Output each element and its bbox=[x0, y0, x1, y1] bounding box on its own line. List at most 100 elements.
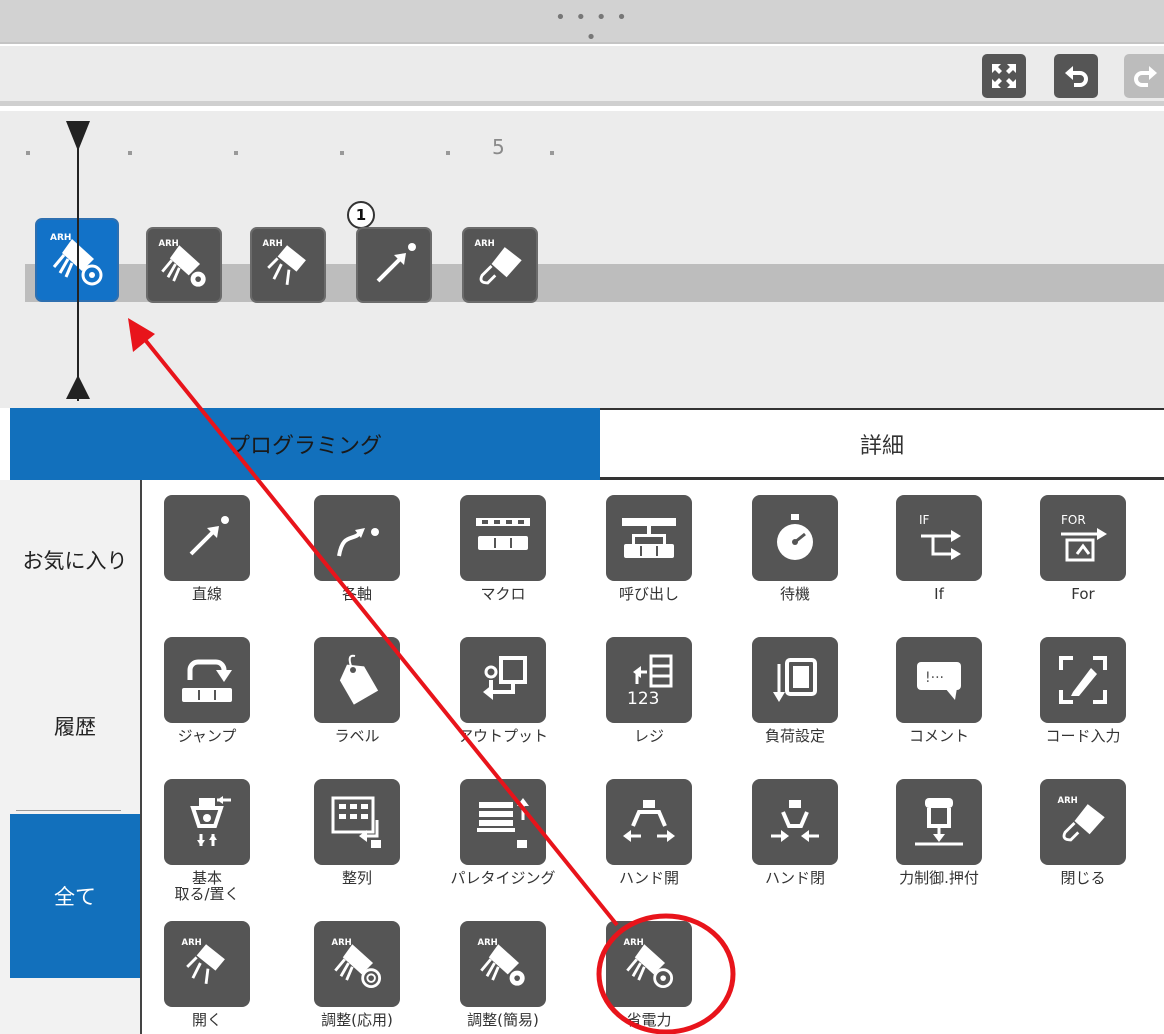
svg-text:FOR: FOR bbox=[1061, 513, 1086, 527]
command-arh-close[interactable]: ARH 閉じる bbox=[1018, 779, 1148, 886]
arh-open-icon: ARH bbox=[182, 937, 225, 984]
command-arh-adjust-simple[interactable]: ARH 調整(簡易) bbox=[438, 921, 568, 1028]
arh-open-icon: ARH bbox=[263, 238, 306, 285]
ruler-tick bbox=[550, 151, 554, 155]
code-input-icon bbox=[1059, 656, 1107, 704]
step-count-badge: 1 bbox=[347, 201, 375, 229]
command-label: If bbox=[934, 585, 944, 603]
force-press-icon bbox=[915, 798, 963, 846]
svg-text:ARH: ARH bbox=[50, 233, 71, 243]
svg-text:!···: !··· bbox=[925, 670, 944, 686]
timeline-block-open[interactable]: ARH bbox=[250, 227, 326, 303]
command-output[interactable]: アウトプット bbox=[438, 637, 568, 744]
playhead-top-handle[interactable] bbox=[66, 121, 90, 151]
command-if[interactable]: IF If bbox=[874, 495, 1004, 602]
command-label: コード入力 bbox=[1045, 727, 1121, 745]
stopwatch-icon bbox=[777, 514, 813, 560]
sidebar-item-history[interactable]: 履歴 bbox=[10, 686, 140, 766]
command-code-input[interactable]: コード入力 bbox=[1018, 637, 1148, 744]
command-label: アウトプット bbox=[457, 727, 548, 745]
command-label: 基本 取る/置く bbox=[174, 869, 240, 903]
svg-text:ARH: ARH bbox=[263, 238, 283, 248]
register-icon: 123 bbox=[627, 654, 673, 709]
command-label: 整列 bbox=[341, 869, 372, 887]
command-wait[interactable]: 待機 bbox=[730, 495, 860, 602]
command-hand-open[interactable]: ハンド開 bbox=[584, 779, 714, 886]
command-label: 直線 bbox=[191, 585, 222, 603]
timeline-block-close[interactable]: ARH bbox=[462, 227, 538, 303]
command-label: ハンド閉 bbox=[764, 869, 825, 887]
svg-text:ARH: ARH bbox=[332, 937, 352, 947]
program-timeline[interactable]: 5 ARH ARH ARH 1 ARH bbox=[0, 111, 1164, 408]
tab-programming[interactable]: プログラミング bbox=[10, 408, 600, 480]
payload-icon bbox=[773, 658, 817, 702]
svg-text:ARH: ARH bbox=[478, 937, 498, 947]
sidebar-divider bbox=[16, 810, 121, 811]
command-label: ラベル bbox=[334, 727, 380, 745]
arh-close-icon: ARH bbox=[475, 238, 522, 285]
command-force-press[interactable]: 力制御.押付 bbox=[874, 779, 1004, 886]
command-label: 力制御.押付 bbox=[899, 869, 979, 887]
command-palletizing[interactable]: パレタイジング bbox=[438, 779, 568, 886]
command-palette: 直線 各軸 マクロ 呼び出し 待機 IF If FOR For ジャンプ ラベル… bbox=[142, 480, 1164, 1034]
command-label: 開く bbox=[191, 1011, 222, 1029]
comment-icon: !··· bbox=[917, 662, 961, 700]
command-comment[interactable]: !··· コメント bbox=[874, 637, 1004, 744]
command-label: 閉じる bbox=[1060, 869, 1106, 887]
align-icon bbox=[331, 796, 381, 848]
command-label: 省電力 bbox=[626, 1011, 672, 1029]
command-label-tag[interactable]: ラベル bbox=[292, 637, 422, 744]
command-joint[interactable]: 各軸 bbox=[292, 495, 422, 602]
window-drag-bar[interactable]: • • • • • bbox=[0, 0, 1164, 48]
joint-move-icon bbox=[337, 528, 379, 557]
sidebar-item-favorites[interactable]: お気に入り bbox=[10, 520, 140, 600]
command-for[interactable]: FOR For bbox=[1018, 495, 1148, 602]
timeline-block-linear[interactable] bbox=[356, 227, 432, 303]
category-sidebar: お気に入り 履歴 全て bbox=[0, 480, 142, 1034]
for-icon: FOR bbox=[1061, 513, 1107, 562]
svg-text:ARH: ARH bbox=[624, 937, 644, 947]
ruler-tick bbox=[128, 151, 132, 155]
ruler-tick bbox=[26, 151, 30, 155]
sidebar-item-all[interactable]: 全て bbox=[10, 814, 140, 978]
command-label: マクロ bbox=[480, 585, 526, 603]
tab-details[interactable]: 詳細 bbox=[600, 408, 1164, 480]
command-jump[interactable]: ジャンプ bbox=[142, 637, 272, 744]
playhead-bottom-handle[interactable] bbox=[66, 375, 90, 399]
command-pick-place[interactable]: 基本 取る/置く bbox=[142, 779, 272, 902]
command-call[interactable]: 呼び出し bbox=[584, 495, 714, 602]
macro-icon bbox=[476, 518, 530, 550]
command-label: 待機 bbox=[779, 585, 810, 603]
playhead-line[interactable] bbox=[77, 121, 79, 401]
pick-place-icon bbox=[190, 796, 231, 846]
command-hand-close[interactable]: ハンド閉 bbox=[730, 779, 860, 886]
hand-open-icon bbox=[623, 800, 675, 842]
command-arh-open[interactable]: ARH 開く bbox=[142, 921, 272, 1028]
ruler-number: 5 bbox=[492, 135, 505, 159]
svg-text:ARH: ARH bbox=[182, 937, 202, 947]
command-align[interactable]: 整列 bbox=[292, 779, 422, 886]
output-icon bbox=[483, 656, 527, 700]
redo-icon bbox=[1134, 66, 1157, 87]
editor-toolbar bbox=[0, 46, 1164, 106]
command-arh-power-saving[interactable]: ARH 省電力 bbox=[584, 921, 714, 1028]
drag-handle[interactable]: • • • • • bbox=[552, 8, 632, 48]
fullscreen-button[interactable] bbox=[982, 54, 1026, 98]
ruler-tick bbox=[446, 151, 450, 155]
arh-power-saving-icon: ARH bbox=[624, 937, 674, 989]
command-label: パレタイジング bbox=[450, 869, 556, 887]
command-register[interactable]: 123 レジ bbox=[584, 637, 714, 744]
command-label: For bbox=[1071, 585, 1095, 603]
timeline-block-adjust[interactable]: ARH bbox=[146, 227, 222, 303]
ruler-tick bbox=[234, 151, 238, 155]
tag-icon bbox=[339, 654, 379, 705]
linear-move-icon bbox=[376, 243, 416, 283]
command-payload[interactable]: 負荷設定 bbox=[730, 637, 860, 744]
command-arh-adjust-advanced[interactable]: ARH 調整(応用) bbox=[292, 921, 422, 1028]
hand-close-icon bbox=[771, 800, 819, 842]
command-macro[interactable]: マクロ bbox=[438, 495, 568, 602]
command-linear[interactable]: 直線 bbox=[142, 495, 272, 602]
redo-button[interactable] bbox=[1124, 54, 1164, 98]
call-icon bbox=[622, 518, 676, 558]
undo-button[interactable] bbox=[1054, 54, 1098, 98]
